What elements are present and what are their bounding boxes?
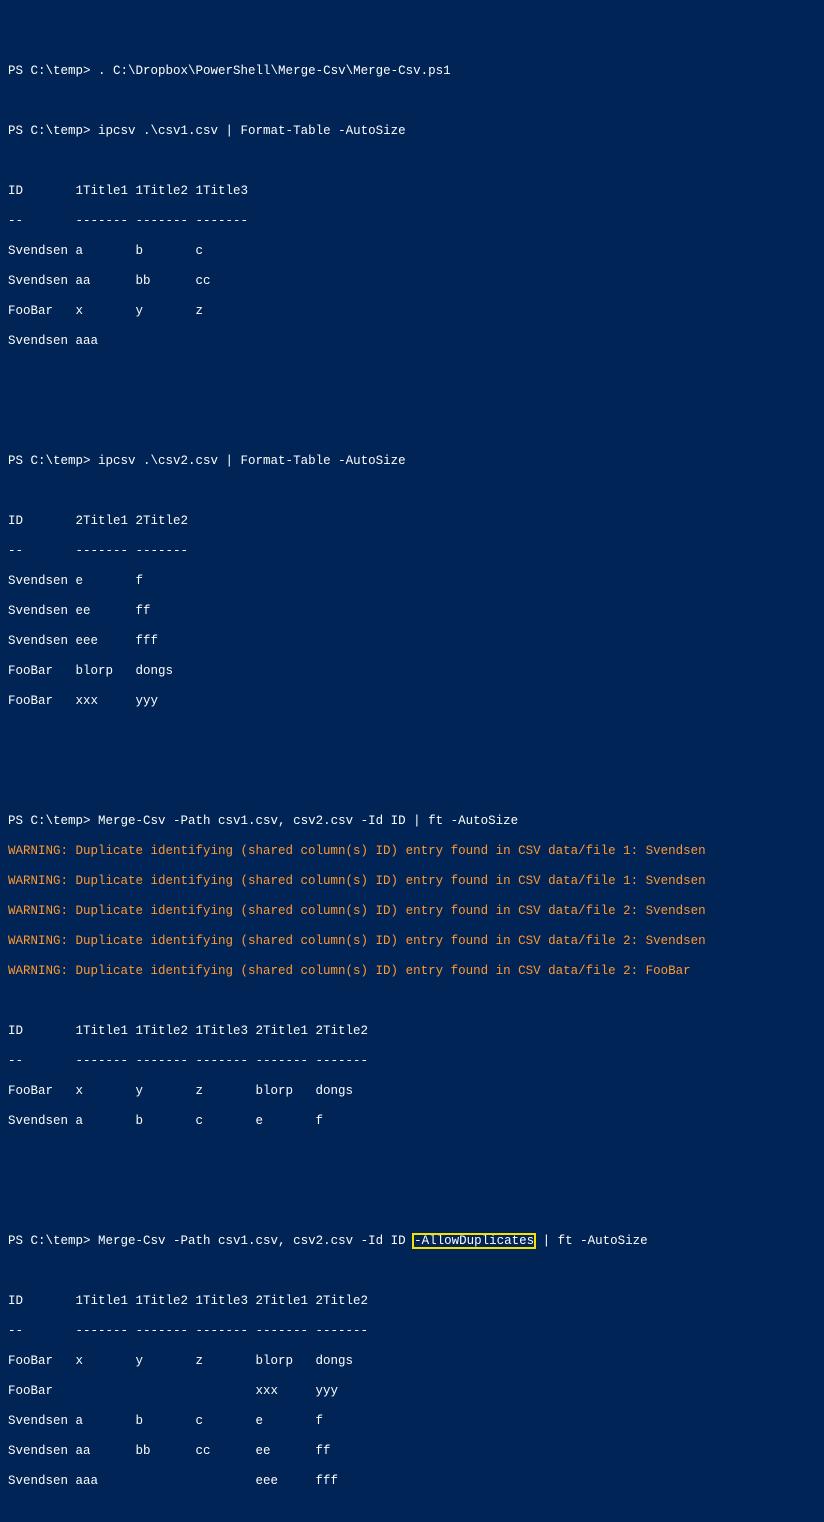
command-line-2[interactable]: PS C:\temp> ipcsv .\csv1.csv | Format-Ta… xyxy=(8,124,816,139)
table-row: FooBar xxx yyy xyxy=(8,1384,816,1399)
warning-line: WARNING: Duplicate identifying (shared c… xyxy=(8,904,816,919)
table-row: FooBar x y z blorp dongs xyxy=(8,1084,816,1099)
warning-line: WARNING: Duplicate identifying (shared c… xyxy=(8,964,816,979)
blank xyxy=(8,784,816,799)
table-row: Svendsen aa bb cc xyxy=(8,274,816,289)
blank xyxy=(8,94,816,109)
table4-header: ID 1Title1 1Title2 1Title3 2Title1 2Titl… xyxy=(8,1294,816,1309)
blank xyxy=(8,724,816,739)
table-row: FooBar xxx yyy xyxy=(8,694,816,709)
blank xyxy=(8,754,816,769)
blank xyxy=(8,1144,816,1159)
table2-header: ID 2Title1 2Title2 xyxy=(8,514,816,529)
warning-line: WARNING: Duplicate identifying (shared c… xyxy=(8,934,816,949)
warning-line: WARNING: Duplicate identifying (shared c… xyxy=(8,844,816,859)
blank xyxy=(8,1264,816,1279)
table-row: Svendsen aaa eee fff xyxy=(8,1474,816,1489)
highlighted-flag: -AllowDuplicates xyxy=(413,1234,535,1248)
blank xyxy=(8,1504,816,1519)
table-row: Svendsen aaa xyxy=(8,334,816,349)
table-row: Svendsen a b c e f xyxy=(8,1114,816,1129)
table-row: Svendsen e f xyxy=(8,574,816,589)
command-text-after: | ft -AutoSize xyxy=(535,1234,648,1248)
command-line-4[interactable]: PS C:\temp> Merge-Csv -Path csv1.csv, cs… xyxy=(8,814,816,829)
command-text: . C:\Dropbox\PowerShell\Merge-Csv\Merge-… xyxy=(98,64,451,78)
table-row: FooBar blorp dongs xyxy=(8,664,816,679)
blank xyxy=(8,1204,816,1219)
blank xyxy=(8,364,816,379)
blank xyxy=(8,154,816,169)
table2-sep: -- ------- ------- xyxy=(8,544,816,559)
blank xyxy=(8,394,816,409)
command-line-5[interactable]: PS C:\temp> Merge-Csv -Path csv1.csv, cs… xyxy=(8,1234,816,1249)
command-text: Merge-Csv -Path csv1.csv, csv2.csv -Id I… xyxy=(98,814,518,828)
prompt: PS C:\temp> xyxy=(8,814,91,828)
prompt: PS C:\temp> xyxy=(8,124,91,138)
blank xyxy=(8,1174,816,1189)
table1-header: ID 1Title1 1Title2 1Title3 xyxy=(8,184,816,199)
table3-header: ID 1Title1 1Title2 1Title3 2Title1 2Titl… xyxy=(8,1024,816,1039)
warning-line: WARNING: Duplicate identifying (shared c… xyxy=(8,874,816,889)
table4-sep: -- ------- ------- ------- ------- -----… xyxy=(8,1324,816,1339)
table1-sep: -- ------- ------- ------- xyxy=(8,214,816,229)
blank xyxy=(8,994,816,1009)
prompt: PS C:\temp> xyxy=(8,1234,91,1248)
table-row: Svendsen ee ff xyxy=(8,604,816,619)
table-row: Svendsen eee fff xyxy=(8,634,816,649)
command-text-before: Merge-Csv -Path csv1.csv, csv2.csv -Id I… xyxy=(98,1234,413,1248)
table3-sep: -- ------- ------- ------- ------- -----… xyxy=(8,1054,816,1069)
prompt: PS C:\temp> xyxy=(8,454,91,468)
blank xyxy=(8,484,816,499)
prompt: PS C:\temp> xyxy=(8,64,91,78)
command-line-3[interactable]: PS C:\temp> ipcsv .\csv2.csv | Format-Ta… xyxy=(8,454,816,469)
command-line-1[interactable]: PS C:\temp> . C:\Dropbox\PowerShell\Merg… xyxy=(8,64,816,79)
command-text: ipcsv .\csv1.csv | Format-Table -AutoSiz… xyxy=(98,124,406,138)
table-row: Svendsen a b c xyxy=(8,244,816,259)
command-text: ipcsv .\csv2.csv | Format-Table -AutoSiz… xyxy=(98,454,406,468)
blank xyxy=(8,424,816,439)
table-row: Svendsen aa bb cc ee ff xyxy=(8,1444,816,1459)
table-row: Svendsen a b c e f xyxy=(8,1414,816,1429)
table-row: FooBar x y z xyxy=(8,304,816,319)
table-row: FooBar x y z blorp dongs xyxy=(8,1354,816,1369)
